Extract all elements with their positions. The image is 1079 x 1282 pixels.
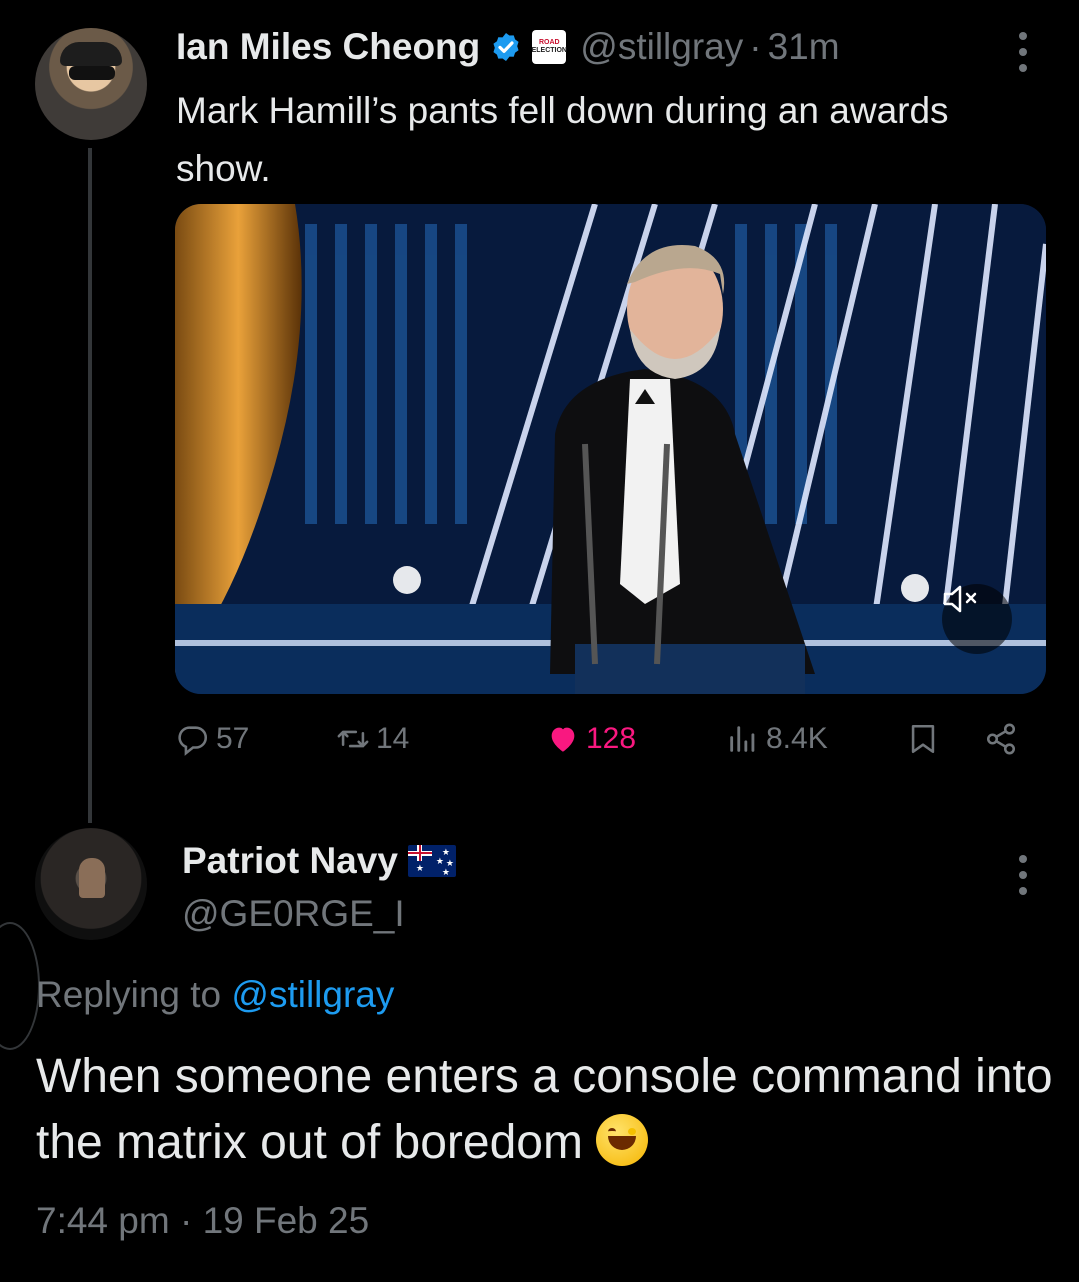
reply-author-avatar[interactable]	[35, 828, 147, 940]
verified-badge-icon[interactable]	[490, 31, 522, 63]
author-avatar[interactable]	[35, 28, 147, 140]
replying-to-handle-link[interactable]: @stillgray	[231, 974, 394, 1015]
australia-flag-icon: ★ ★ ★ ★ ★	[407, 845, 456, 877]
tweet-time[interactable]: 31m	[768, 26, 840, 68]
affiliate-badge-icon[interactable]: ROAD ELECTION	[531, 30, 567, 64]
reply-icon	[178, 726, 208, 756]
retweet-count: 14	[376, 722, 410, 755]
bookmark-button[interactable]	[906, 722, 946, 756]
share-icon	[986, 723, 1016, 755]
views-chart-icon	[730, 726, 755, 752]
reply-author-name-row: Patriot Navy ★ ★ ★ ★ ★	[182, 840, 456, 882]
reply-timestamp[interactable]: 7:44 pm · 19 Feb 25	[36, 1200, 369, 1242]
bookmark-icon	[911, 724, 935, 754]
thread-connector-line	[88, 148, 92, 823]
share-button[interactable]	[984, 722, 1024, 756]
reply-more-options-icon[interactable]	[1018, 855, 1028, 895]
replying-prefix: Replying to	[36, 974, 222, 1015]
author-handle[interactable]: @stillgray	[580, 26, 743, 68]
like-count: 128	[586, 722, 637, 755]
retweet-button[interactable]: 14	[336, 722, 409, 756]
reply-author-handle[interactable]: @GE0RGE_I	[182, 893, 405, 935]
speaker-muted-icon	[943, 585, 977, 613]
reply-text: When someone enters a console command in…	[36, 1050, 1053, 1169]
views-count: 8.4K	[766, 722, 828, 755]
grinning-face-emoji-icon	[596, 1114, 649, 1166]
tweet-video[interactable]	[175, 204, 1046, 694]
reply-text-block: When someone enters a console command in…	[36, 1044, 1056, 1176]
video-frame-illustration	[175, 204, 1046, 694]
tweet-actions: 57 14 128 8.4K	[176, 722, 1036, 770]
author-name[interactable]: Ian Miles Cheong	[176, 26, 480, 68]
replying-to-line: Replying to @stillgray	[36, 974, 394, 1016]
tweet-text: Mark Hamill’s pants fell down during an …	[176, 90, 949, 189]
badge-text-top: ROAD	[538, 39, 560, 46]
reply-count: 57	[216, 722, 250, 755]
like-button[interactable]: 128	[546, 722, 636, 756]
scroll-edge-indicator	[0, 922, 40, 1050]
more-options-icon[interactable]	[1018, 32, 1028, 72]
reply-button[interactable]: 57	[176, 722, 249, 756]
views-button[interactable]: 8.4K	[726, 722, 828, 756]
heart-filled-icon	[551, 727, 575, 752]
badge-text-bottom: ELECTION	[531, 47, 567, 54]
separator-dot: ·	[749, 26, 762, 67]
mute-toggle-icon[interactable]	[942, 584, 1012, 654]
reply-author-name[interactable]: Patriot Navy	[182, 840, 398, 882]
retweet-icon	[337, 730, 369, 748]
tweet-header: Ian Miles Cheong ROAD ELECTION @stillgra…	[176, 26, 840, 68]
